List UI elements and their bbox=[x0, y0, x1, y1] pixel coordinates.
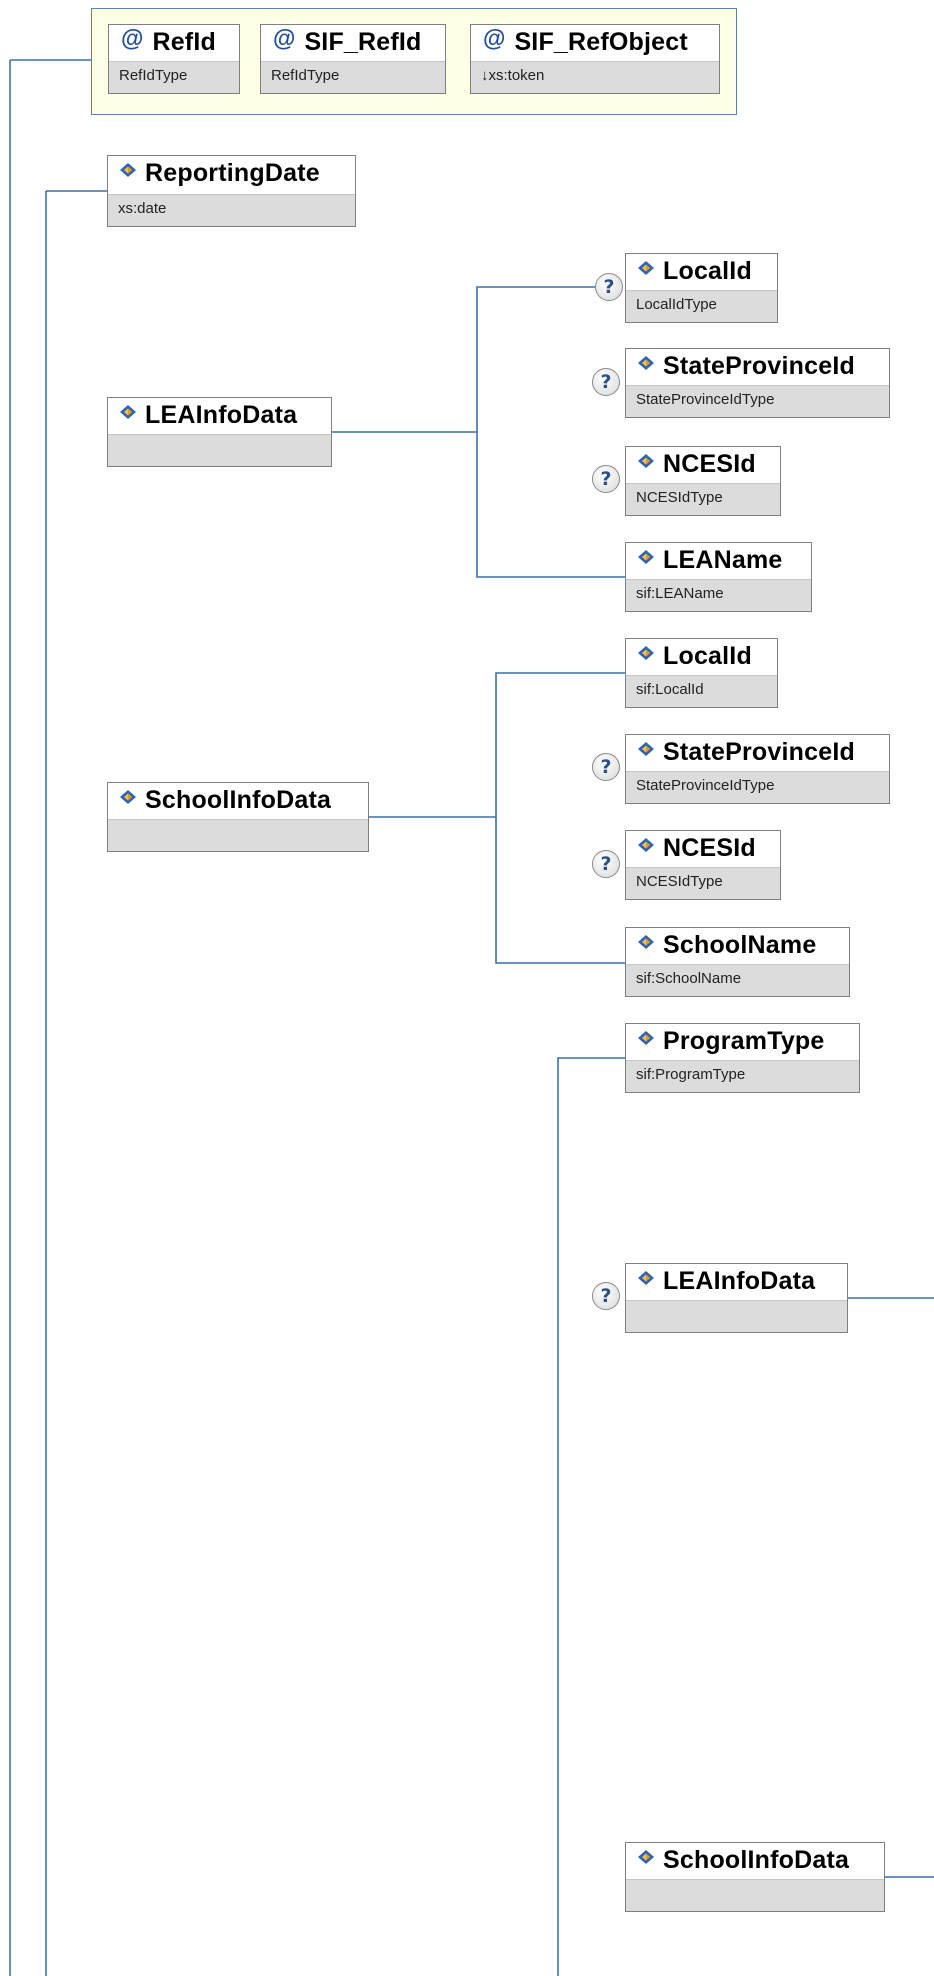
element-name: LocalId bbox=[663, 641, 752, 670]
element-name: NCESId bbox=[663, 833, 756, 862]
element-name: LEAInfoData bbox=[663, 1266, 816, 1295]
element-diamond-icon bbox=[636, 741, 656, 757]
attribute-icon: @ bbox=[483, 24, 506, 51]
element-type: sif:ProgramType bbox=[626, 1060, 859, 1092]
element-name: LocalId bbox=[663, 256, 752, 285]
element-diamond-icon bbox=[636, 453, 656, 469]
element-type: sif:LEAName bbox=[626, 579, 811, 611]
attribute-name: RefId bbox=[152, 27, 216, 56]
element-name: StateProvinceId bbox=[663, 737, 855, 766]
element-lea-localid[interactable]: LocalId LocalIdType bbox=[625, 253, 778, 323]
question-icon: ? bbox=[592, 850, 620, 878]
attribute-group: @ RefId RefIdType @ SIF_RefId RefIdType @ S… bbox=[91, 8, 737, 115]
element-program-lea-info-data[interactable]: LEAInfoData bbox=[625, 1263, 848, 1333]
element-name: SchoolName bbox=[663, 930, 817, 959]
schema-diagram: @ RefId RefIdType @ SIF_RefId RefIdType @ S… bbox=[0, 0, 934, 1976]
element-diamond-icon bbox=[118, 404, 138, 420]
element-type bbox=[108, 434, 331, 466]
element-type: sif:SchoolName bbox=[626, 964, 849, 996]
element-diamond-icon bbox=[636, 1030, 656, 1046]
question-icon: ? bbox=[592, 465, 620, 493]
element-type bbox=[626, 1300, 847, 1332]
question-icon: ? bbox=[592, 1282, 620, 1310]
element-diamond-icon bbox=[636, 1849, 656, 1865]
lea-info-children-bracket bbox=[476, 286, 625, 578]
attribute-sif-refid[interactable]: @ SIF_RefId RefIdType bbox=[260, 24, 446, 94]
question-icon: ? bbox=[595, 273, 623, 301]
element-diamond-icon bbox=[118, 162, 138, 178]
element-type: NCESIdType bbox=[626, 483, 780, 515]
element-lea-ncesid[interactable]: NCESId NCESIdType bbox=[625, 446, 781, 516]
element-lea-info-data[interactable]: LEAInfoData bbox=[107, 397, 332, 467]
element-name: SchoolInfoData bbox=[663, 1845, 850, 1874]
program-connector bbox=[557, 1057, 625, 1976]
element-reporting-date[interactable]: ReportingDate xs:date bbox=[107, 155, 356, 227]
element-type: StateProvinceIdType bbox=[626, 771, 889, 803]
attribute-refid[interactable]: @ RefId RefIdType bbox=[108, 24, 240, 94]
element-name: ProgramType bbox=[663, 1026, 825, 1055]
attribute-type: ↓xs:token bbox=[471, 61, 719, 93]
element-diamond-icon bbox=[636, 645, 656, 661]
attribute-type: RefIdType bbox=[109, 61, 239, 93]
element-program-type[interactable]: ProgramType sif:ProgramType bbox=[625, 1023, 860, 1093]
element-lea-name[interactable]: LEAName sif:LEAName bbox=[625, 542, 812, 612]
element-diamond-icon bbox=[118, 789, 138, 805]
element-type: xs:date bbox=[108, 194, 355, 226]
element-school-ncesid[interactable]: NCESId NCESIdType bbox=[625, 830, 781, 900]
element-diamond-icon bbox=[636, 355, 656, 371]
element-school-state-province-id[interactable]: StateProvinceId StateProvinceIdType bbox=[625, 734, 890, 804]
question-icon: ? bbox=[592, 368, 620, 396]
element-type: LocalIdType bbox=[626, 290, 777, 322]
attribute-icon: @ bbox=[273, 24, 296, 51]
element-diamond-icon bbox=[636, 1270, 656, 1286]
element-name: ReportingDate bbox=[145, 158, 320, 187]
element-diamond-icon bbox=[636, 260, 656, 276]
element-type: NCESIdType bbox=[626, 867, 780, 899]
element-name: SchoolInfoData bbox=[145, 785, 332, 814]
element-name: LEAInfoData bbox=[145, 400, 298, 429]
attribute-name: SIF_RefObject bbox=[514, 27, 688, 56]
question-icon: ? bbox=[592, 753, 620, 781]
attribute-type: RefIdType bbox=[261, 61, 445, 93]
element-name: LEAName bbox=[663, 545, 783, 574]
element-school-info-data[interactable]: SchoolInfoData bbox=[107, 782, 369, 852]
element-diamond-icon bbox=[636, 549, 656, 565]
element-diamond-icon bbox=[636, 934, 656, 950]
element-type: sif:LocalId bbox=[626, 675, 777, 707]
element-type bbox=[626, 1879, 884, 1911]
element-name: StateProvinceId bbox=[663, 351, 855, 380]
element-school-localid[interactable]: LocalId sif:LocalId bbox=[625, 638, 778, 708]
element-name: NCESId bbox=[663, 449, 756, 478]
element-type bbox=[108, 819, 368, 851]
attribute-name: SIF_RefId bbox=[304, 27, 422, 56]
school-info-children-bracket bbox=[495, 672, 625, 964]
element-type: StateProvinceIdType bbox=[626, 385, 889, 417]
attribute-sif-refobject[interactable]: @ SIF_RefObject ↓xs:token bbox=[470, 24, 720, 94]
element-school-name[interactable]: SchoolName sif:SchoolName bbox=[625, 927, 850, 997]
element-program-school-info-data[interactable]: SchoolInfoData bbox=[625, 1842, 885, 1912]
element-diamond-icon bbox=[636, 837, 656, 853]
element-lea-state-province-id[interactable]: StateProvinceId StateProvinceIdType bbox=[625, 348, 890, 418]
attribute-icon: @ bbox=[121, 24, 144, 51]
